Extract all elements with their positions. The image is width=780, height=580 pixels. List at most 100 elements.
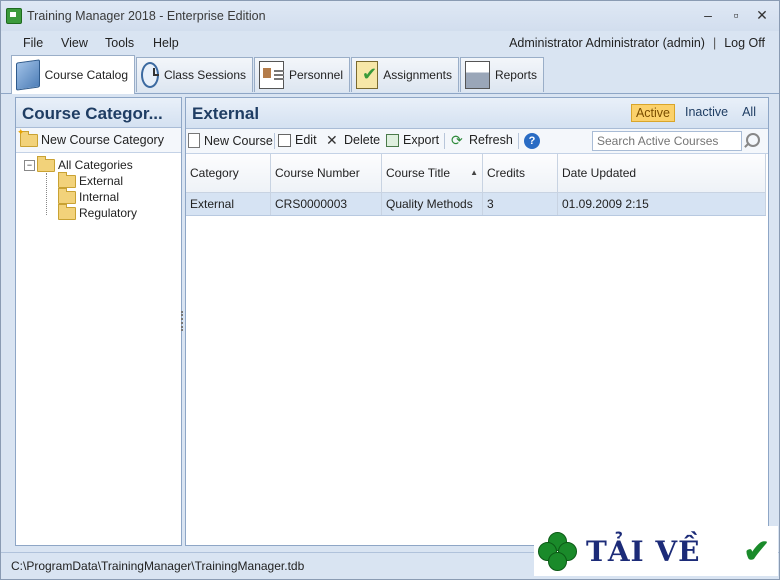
tab-reports[interactable]: Reports bbox=[460, 57, 544, 92]
search-icon[interactable] bbox=[746, 133, 760, 147]
cell-date-updated: 01.09.2009 2:15 bbox=[557, 192, 766, 216]
new-folder-icon bbox=[17, 127, 38, 147]
toolbar-divider bbox=[444, 133, 445, 149]
delete-button[interactable]: ✕ Delete bbox=[326, 133, 380, 147]
table-row[interactable]: External CRS0000003 Quality Methods 3 01… bbox=[186, 192, 766, 216]
toolbar-divider bbox=[518, 133, 519, 149]
new-course-button[interactable]: New Course bbox=[188, 133, 273, 148]
new-category-button[interactable]: New Course Category bbox=[17, 127, 164, 148]
tab-assignments[interactable]: Assignments bbox=[351, 57, 459, 92]
tree-item-label: Internal bbox=[79, 190, 120, 204]
category-panel: Course Categor... New Course Category − … bbox=[15, 97, 182, 546]
collapse-icon[interactable]: − bbox=[24, 159, 35, 171]
user-name: Administrator Administrator (admin) bbox=[509, 36, 705, 50]
export-label: Export bbox=[403, 133, 440, 147]
book-icon bbox=[16, 59, 40, 91]
menu-file[interactable]: File bbox=[23, 36, 43, 50]
maximize-button[interactable]: ▫ bbox=[725, 7, 747, 23]
toolbar-divider bbox=[274, 133, 275, 149]
minimize-button[interactable]: – bbox=[697, 7, 719, 23]
edit-button[interactable]: Edit bbox=[278, 133, 317, 147]
user-info: Administrator Administrator (admin) | Log … bbox=[509, 36, 765, 50]
courses-toolbar: New Course Edit ✕ Delete Export ⟳ Refres… bbox=[186, 129, 768, 154]
tree-connector bbox=[46, 173, 48, 215]
app-icon bbox=[6, 8, 22, 24]
id-card-icon bbox=[259, 61, 284, 89]
refresh-label: Refresh bbox=[469, 133, 513, 147]
refresh-icon: ⟳ bbox=[451, 132, 463, 148]
close-button[interactable]: ✕ bbox=[751, 7, 773, 24]
edit-label: Edit bbox=[295, 133, 317, 147]
folder-icon bbox=[58, 171, 76, 188]
column-header-label: Course Title bbox=[386, 166, 451, 180]
tab-class-sessions[interactable]: Class Sessions bbox=[136, 57, 253, 92]
help-icon[interactable]: ? bbox=[524, 133, 540, 149]
menu-view[interactable]: View bbox=[61, 36, 88, 50]
tree-item-label: Regulatory bbox=[79, 206, 138, 220]
database-path: C:\ProgramData\TrainingManager\TrainingM… bbox=[11, 559, 305, 573]
filter-inactive[interactable]: Inactive bbox=[681, 104, 732, 122]
tab-label: Assignments bbox=[383, 68, 452, 82]
column-header-credits[interactable]: Credits bbox=[482, 154, 558, 193]
menu-tools[interactable]: Tools bbox=[105, 36, 134, 50]
tree-item-internal[interactable]: Internal bbox=[58, 187, 181, 205]
export-icon bbox=[386, 133, 399, 147]
export-button[interactable]: Export bbox=[386, 133, 439, 147]
tab-label: Course Catalog bbox=[44, 68, 128, 82]
main-tabs: Course Catalog Class Sessions Personnel … bbox=[1, 55, 779, 94]
courses-panel: External Active Inactive All New Course … bbox=[185, 97, 769, 546]
tab-course-catalog[interactable]: Course Catalog bbox=[11, 55, 135, 94]
sort-ascending-icon: ▲ bbox=[470, 168, 478, 177]
column-header-date-updated[interactable]: Date Updated bbox=[557, 154, 766, 193]
clover-icon bbox=[538, 532, 577, 571]
status-filter: Active Inactive All bbox=[630, 104, 760, 122]
tab-label: Personnel bbox=[288, 68, 343, 82]
tab-label: Reports bbox=[494, 68, 537, 82]
search-input[interactable] bbox=[592, 131, 742, 151]
tree-item-regulatory[interactable]: Regulatory bbox=[58, 203, 181, 221]
app-window: Training Manager 2018 - Enterprise Editi… bbox=[0, 0, 780, 580]
tree-item-label: All Categories bbox=[58, 158, 133, 172]
filter-all[interactable]: All bbox=[738, 104, 760, 122]
cell-course-number: CRS0000003 bbox=[270, 192, 382, 216]
window-title: Training Manager 2018 - Enterprise Editi… bbox=[27, 9, 266, 23]
category-toolbar: New Course Category bbox=[16, 127, 181, 153]
cell-credits: 3 bbox=[482, 192, 558, 216]
menu-bar: File View Tools Help Administrator Admin… bbox=[1, 31, 779, 55]
watermark-text: TẢI VỀ bbox=[586, 534, 701, 568]
title-bar[interactable]: Training Manager 2018 - Enterprise Editi… bbox=[1, 1, 779, 31]
user-separator: | bbox=[712, 36, 717, 50]
tab-label: Class Sessions bbox=[163, 68, 246, 82]
menu-help[interactable]: Help bbox=[153, 36, 179, 50]
filter-active[interactable]: Active bbox=[630, 104, 675, 122]
edit-icon bbox=[278, 133, 291, 147]
new-category-label: New Course Category bbox=[41, 133, 164, 147]
column-header-course-number[interactable]: Course Number bbox=[270, 154, 382, 193]
folder-icon bbox=[37, 155, 55, 172]
printer-icon bbox=[465, 61, 490, 89]
column-header-course-title[interactable]: Course Title ▲ bbox=[381, 154, 483, 193]
delete-label: Delete bbox=[344, 133, 381, 147]
tab-personnel[interactable]: Personnel bbox=[254, 57, 350, 92]
folder-icon bbox=[58, 187, 76, 204]
refresh-button[interactable]: ⟳ Refresh bbox=[451, 133, 513, 147]
courses-header: External Active Inactive All bbox=[186, 98, 768, 129]
category-panel-title: Course Categor... bbox=[16, 98, 181, 128]
tree-item-label: External bbox=[79, 174, 124, 188]
watermark-logo: TẢI VỀ ✔ bbox=[534, 526, 778, 576]
checkmark-icon: ✔ bbox=[743, 533, 770, 569]
column-header-category[interactable]: Category bbox=[186, 154, 271, 193]
delete-icon: ✕ bbox=[326, 132, 338, 148]
new-document-icon bbox=[188, 133, 200, 148]
cell-course-title: Quality Methods bbox=[381, 192, 483, 216]
logoff-link[interactable]: Log Off bbox=[724, 36, 765, 50]
category-tree: − All Categories External Internal Regul… bbox=[16, 153, 181, 221]
tree-item-external[interactable]: External bbox=[58, 171, 181, 189]
tree-item-all-categories[interactable]: − All Categories bbox=[24, 155, 181, 173]
table-header-row: Category Course Number Course Title ▲ Cre… bbox=[186, 154, 766, 193]
cell-category: External bbox=[186, 192, 271, 216]
courses-title: External bbox=[192, 104, 260, 123]
folder-icon bbox=[58, 203, 76, 220]
new-course-label: New Course bbox=[204, 133, 273, 148]
clipboard-check-icon bbox=[356, 61, 379, 89]
